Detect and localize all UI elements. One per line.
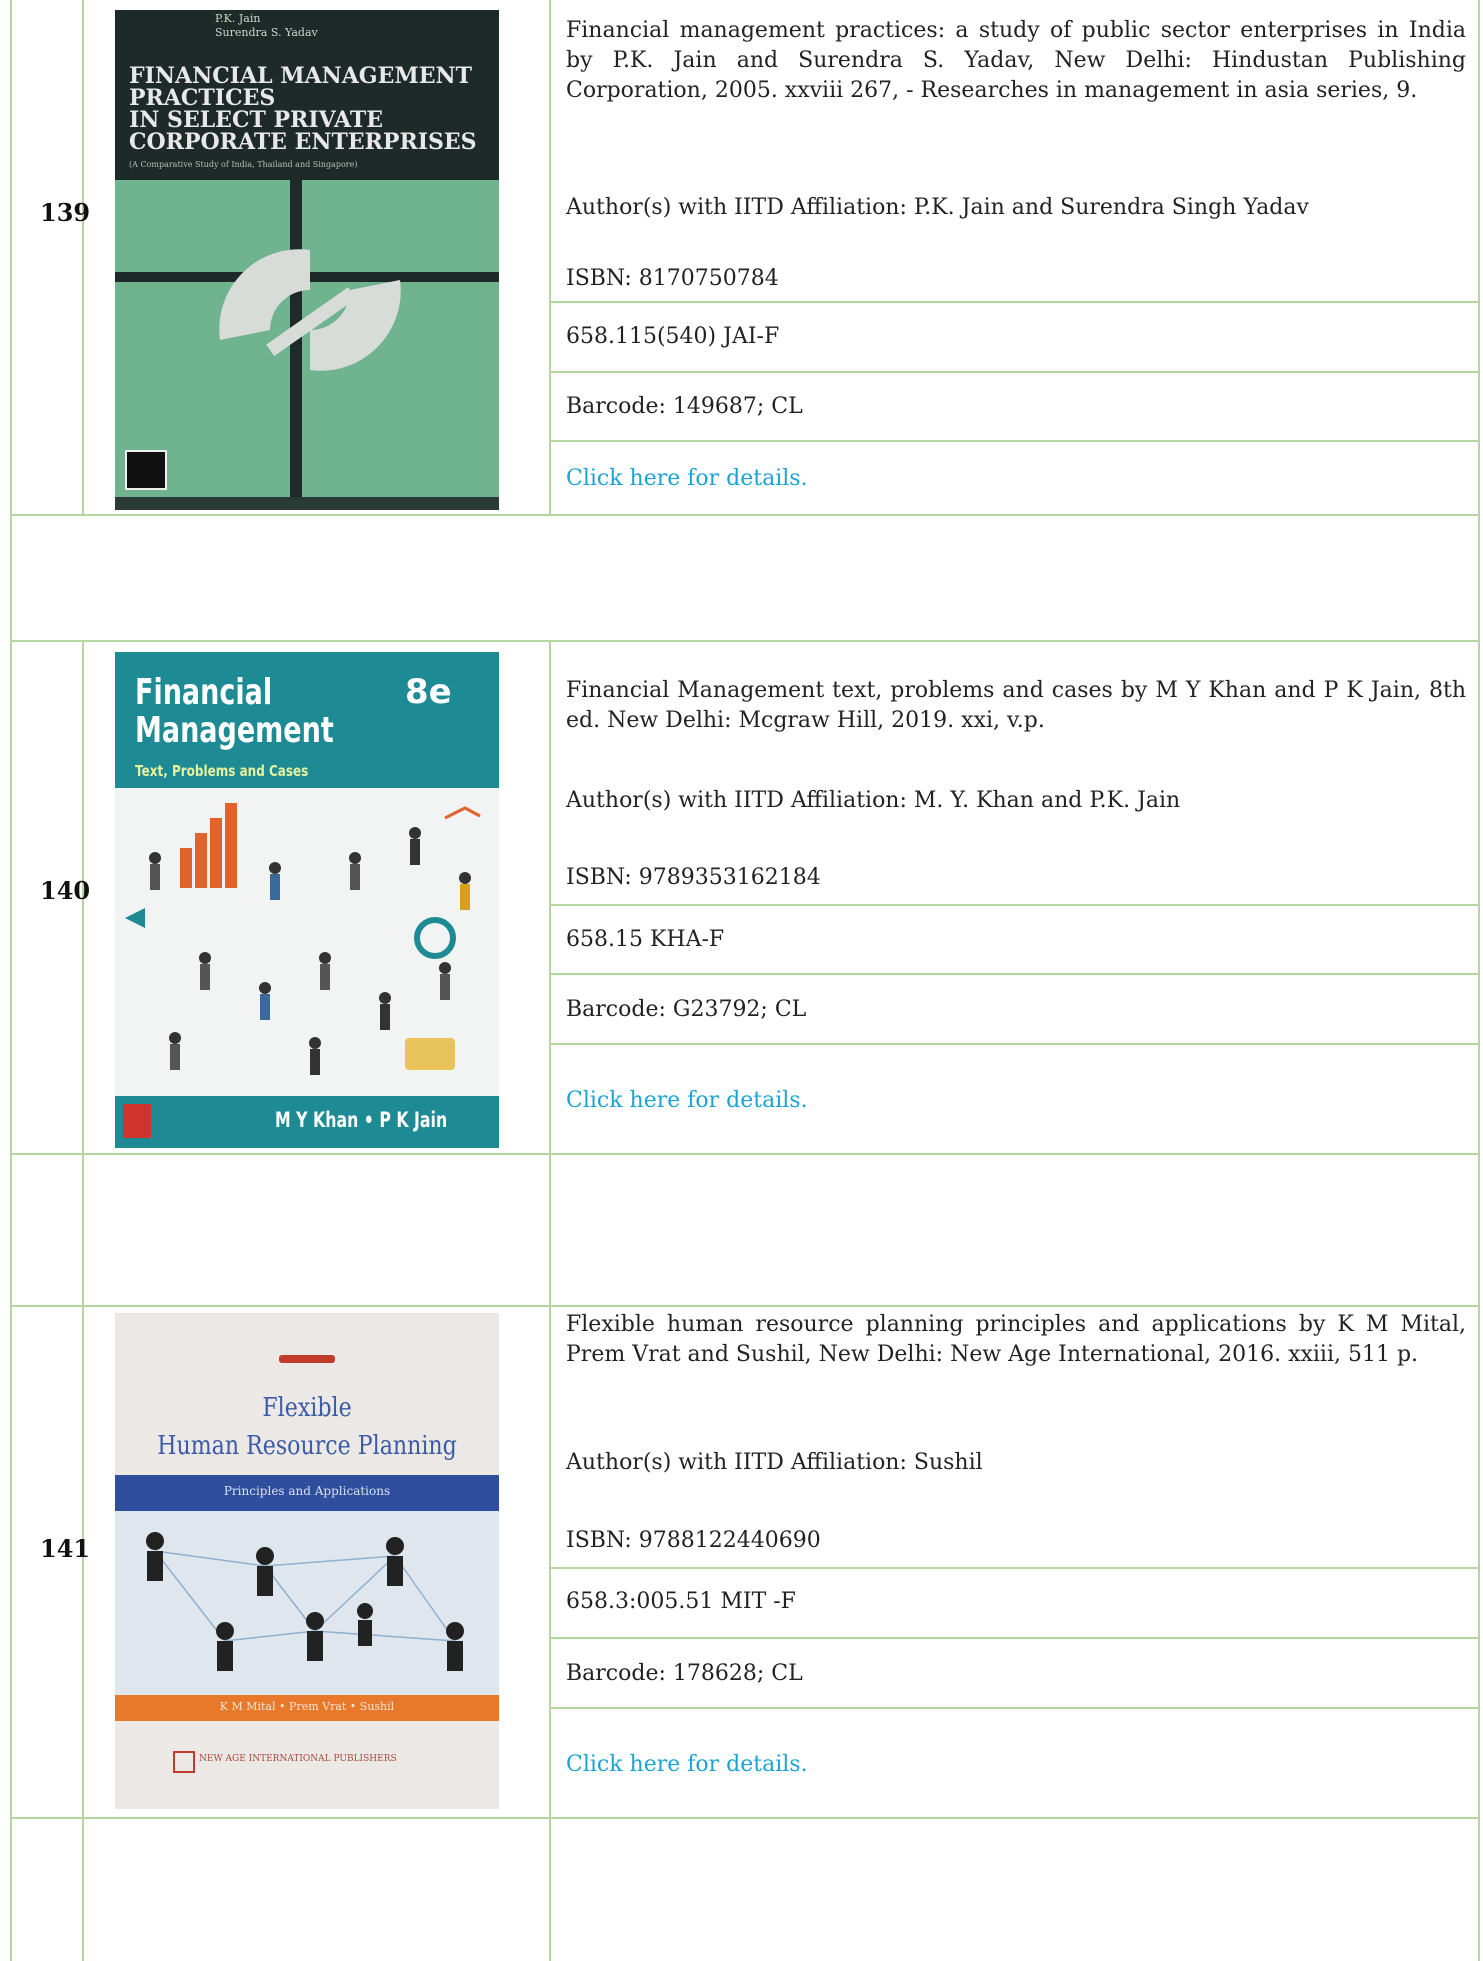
row-divider (549, 1567, 1480, 1569)
cover-top-badge (279, 1355, 335, 1363)
book-cover-141: Flexible Human Resource Planning Princip… (115, 1313, 499, 1809)
row-divider (549, 371, 1480, 373)
call-number: 658.3:005.51 MIT -F (566, 1589, 796, 1614)
entry-number: 140 (40, 876, 91, 905)
barcode: Barcode: 178628; CL (566, 1661, 803, 1686)
row-divider (549, 1707, 1480, 1709)
row-divider (10, 1305, 1480, 1307)
details-link[interactable]: Click here for details. (566, 464, 808, 494)
table-border-number (82, 0, 84, 514)
iitd-affiliation: Author(s) with IITD Affiliation: M. Y. K… (566, 788, 1181, 813)
cover-authors: M Y Khan • P K Jain (275, 1108, 448, 1132)
isbn: ISBN: 8170750784 (566, 266, 779, 291)
call-number: 658.15 KHA-F (566, 927, 725, 952)
cover-subtitle: Principles and Applications (223, 1484, 391, 1498)
iitd-affiliation: Author(s) with IITD Affiliation: P.K. Ja… (566, 195, 1309, 220)
row-divider (549, 973, 1480, 975)
details-link[interactable]: Click here for details. (566, 1086, 808, 1116)
cover-subtitle: Text, Problems and Cases (135, 762, 309, 780)
row-divider (549, 440, 1480, 442)
cover-subtitle: (A Comparative Study of India, Thailand … (129, 160, 358, 169)
cover-title-line: Flexible (262, 1393, 352, 1423)
row-divider (549, 1043, 1480, 1045)
isbn: ISBN: 9789353162184 (566, 865, 821, 890)
book-cover-140: Financial Management 8e Text, Problems a… (115, 652, 499, 1148)
table-border-cover (549, 640, 551, 1961)
cover-author: P.K. Jain (215, 12, 261, 25)
entry-number: 139 (40, 198, 91, 227)
table-border-left (10, 0, 12, 1961)
cover-title-line: FINANCIAL MANAGEMENT (129, 63, 472, 89)
row-divider (10, 514, 1480, 516)
cover-title-line: Financial (135, 672, 273, 713)
details-link[interactable]: Click here for details. (566, 1750, 808, 1780)
cover-emblem-icon (219, 249, 401, 371)
cover-publisher-logo (123, 1104, 151, 1138)
cover-title-line: Management (135, 710, 334, 751)
barcode: Barcode: 149687; CL (566, 394, 803, 419)
cover-publisher: NEW AGE INTERNATIONAL PUBLISHERS (199, 1754, 397, 1764)
book-cover-139: P.K. Jain Surendra S. Yadav FINANCIAL MA… (115, 10, 499, 510)
cover-title: FINANCIAL MANAGEMENT PRACTICES IN SELECT… (129, 65, 477, 153)
business-people-illustration-icon (125, 803, 481, 1075)
network-people-illustration-icon (115, 1511, 499, 1695)
cover-edition: 8e (405, 672, 452, 712)
barcode: Barcode: G23792; CL (566, 997, 807, 1022)
cover-title-line: CORPORATE ENTERPRISES (129, 129, 477, 155)
row-divider (549, 301, 1480, 303)
citation-text: Financial management practices: a study … (566, 18, 1466, 103)
cover-author: Surendra S. Yadav (215, 26, 318, 39)
citation-text: Flexible human resource planning princip… (566, 1312, 1466, 1367)
cover-publisher-logo (125, 450, 167, 490)
cover-authors: K M Mital • Prem Vrat • Sushil (219, 1700, 395, 1713)
cover-title-line: PRACTICES (129, 85, 276, 111)
row-divider (10, 1153, 1480, 1155)
table-border-right (1478, 0, 1480, 1961)
cover-title-line: Human Resource Planning (157, 1431, 457, 1461)
entry-number: 141 (40, 1534, 91, 1563)
row-divider (549, 1637, 1480, 1639)
isbn: ISBN: 9788122440690 (566, 1528, 821, 1553)
call-number: 658.115(540) JAI-F (566, 324, 780, 349)
row-divider (10, 1817, 1480, 1819)
citation-text: Financial Management text, problems and … (566, 678, 1466, 733)
cover-title-line: IN SELECT PRIVATE (129, 107, 383, 133)
table-border-cover (549, 0, 551, 514)
iitd-affiliation: Author(s) with IITD Affiliation: Sushil (566, 1450, 983, 1475)
row-divider (10, 640, 1480, 642)
row-divider (549, 904, 1480, 906)
cover-publisher-logo (173, 1751, 195, 1773)
cover-illustration (115, 788, 499, 1096)
cover-bottom-strip (115, 497, 499, 510)
table-border-number (82, 640, 84, 1961)
